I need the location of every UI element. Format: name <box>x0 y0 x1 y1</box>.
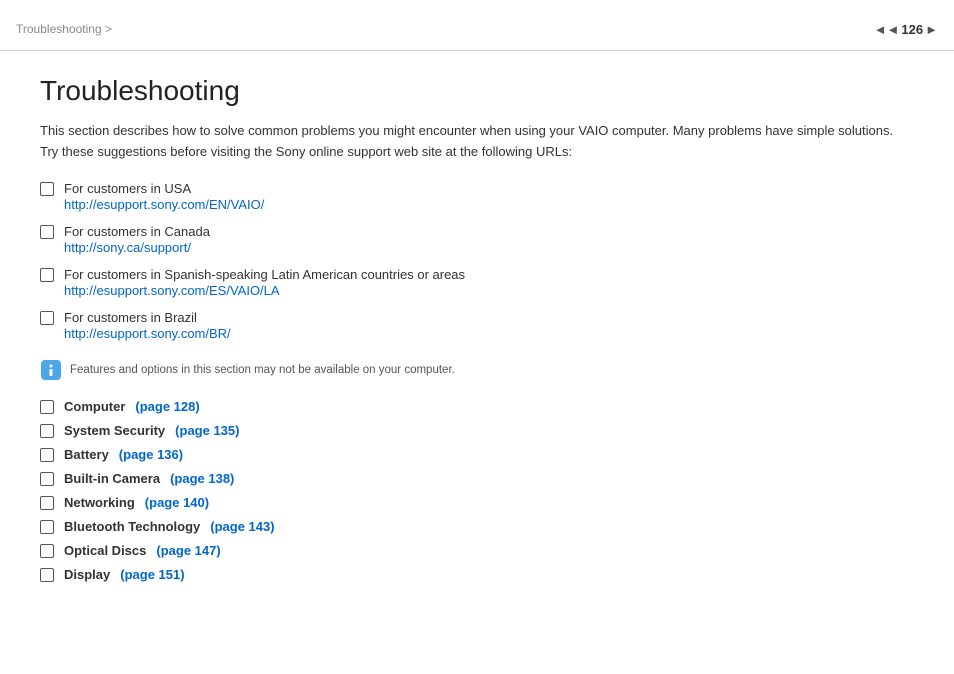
toc-item-link[interactable]: (page 135) <box>175 423 239 438</box>
list-item: System Security (page 135) <box>40 423 914 438</box>
toc-list: Computer (page 128) System Security (pag… <box>40 399 914 582</box>
list-item: For customers in Canada http://sony.ca/s… <box>40 224 914 255</box>
checkbox-icon <box>40 448 54 462</box>
toc-item-label: Battery <box>64 447 109 462</box>
intro-text: This section describes how to solve comm… <box>40 121 914 163</box>
toc-item-link[interactable]: (page 138) <box>170 471 234 486</box>
note-icon <box>40 359 62 381</box>
customer-label: For customers in Brazil <box>64 310 231 325</box>
toc-item-link[interactable]: (page 128) <box>135 399 199 414</box>
customer-link[interactable]: http://esupport.sony.com/EN/VAIO/ <box>64 197 264 212</box>
page-number: 126 <box>901 22 923 37</box>
list-item: For customers in Spanish-speaking Latin … <box>40 267 914 298</box>
toc-item-link[interactable]: (page 136) <box>119 447 183 462</box>
checkbox-icon <box>40 568 54 582</box>
list-item: Built-in Camera (page 138) <box>40 471 914 486</box>
checkbox-icon <box>40 424 54 438</box>
customer-label: For customers in Canada <box>64 224 210 239</box>
arrow-right-icon: ► <box>925 22 938 37</box>
checkbox-icon <box>40 400 54 414</box>
toc-item-label: Bluetooth Technology <box>64 519 200 534</box>
customer-label: For customers in Spanish-speaking Latin … <box>64 267 465 282</box>
list-item: Networking (page 140) <box>40 495 914 510</box>
list-item: For customers in Brazil http://esupport.… <box>40 310 914 341</box>
customer-item-content: For customers in Spanish-speaking Latin … <box>64 267 465 298</box>
toc-item-label: Computer <box>64 399 125 414</box>
list-item: Optical Discs (page 147) <box>40 543 914 558</box>
list-item: For customers in USA http://esupport.son… <box>40 181 914 212</box>
checkbox-icon <box>40 496 54 510</box>
checkbox-icon <box>40 225 54 239</box>
toc-item-label: Optical Discs <box>64 543 146 558</box>
checkbox-icon <box>40 544 54 558</box>
page-number-container: ◄◄ 126 ► <box>874 22 938 37</box>
checkbox-icon <box>40 520 54 534</box>
top-bar: Troubleshooting > ◄◄ 126 ► <box>0 0 954 50</box>
list-item: Bluetooth Technology (page 143) <box>40 519 914 534</box>
page-nav: ◄◄ 126 ► <box>874 22 938 37</box>
toc-item-link[interactable]: (page 143) <box>210 519 274 534</box>
note-text: Features and options in this section may… <box>70 362 455 378</box>
breadcrumb: Troubleshooting > <box>16 22 112 36</box>
main-content: Troubleshooting This section describes h… <box>0 51 954 611</box>
checkbox-icon <box>40 182 54 196</box>
customer-label: For customers in USA <box>64 181 264 196</box>
toc-item-link[interactable]: (page 151) <box>120 567 184 582</box>
customer-item-content: For customers in Brazil http://esupport.… <box>64 310 231 341</box>
note-section: Features and options in this section may… <box>40 359 914 381</box>
toc-item-link[interactable]: (page 140) <box>145 495 209 510</box>
arrow-left-icon: ◄◄ <box>874 22 900 37</box>
page-title: Troubleshooting <box>40 75 914 107</box>
customer-item-content: For customers in USA http://esupport.son… <box>64 181 264 212</box>
toc-item-link[interactable]: (page 147) <box>156 543 220 558</box>
list-item: Battery (page 136) <box>40 447 914 462</box>
toc-item-label: Networking <box>64 495 135 510</box>
list-item: Computer (page 128) <box>40 399 914 414</box>
toc-item-label: Built-in Camera <box>64 471 160 486</box>
customer-link[interactable]: http://sony.ca/support/ <box>64 240 210 255</box>
customer-link[interactable]: http://esupport.sony.com/ES/VAIO/LA <box>64 283 465 298</box>
toc-item-label: System Security <box>64 423 165 438</box>
checkbox-icon <box>40 472 54 486</box>
checkbox-icon <box>40 268 54 282</box>
customer-link[interactable]: http://esupport.sony.com/BR/ <box>64 326 231 341</box>
list-item: Display (page 151) <box>40 567 914 582</box>
toc-item-label: Display <box>64 567 110 582</box>
customer-list: For customers in USA http://esupport.son… <box>40 181 914 341</box>
customer-item-content: For customers in Canada http://sony.ca/s… <box>64 224 210 255</box>
checkbox-icon <box>40 311 54 325</box>
